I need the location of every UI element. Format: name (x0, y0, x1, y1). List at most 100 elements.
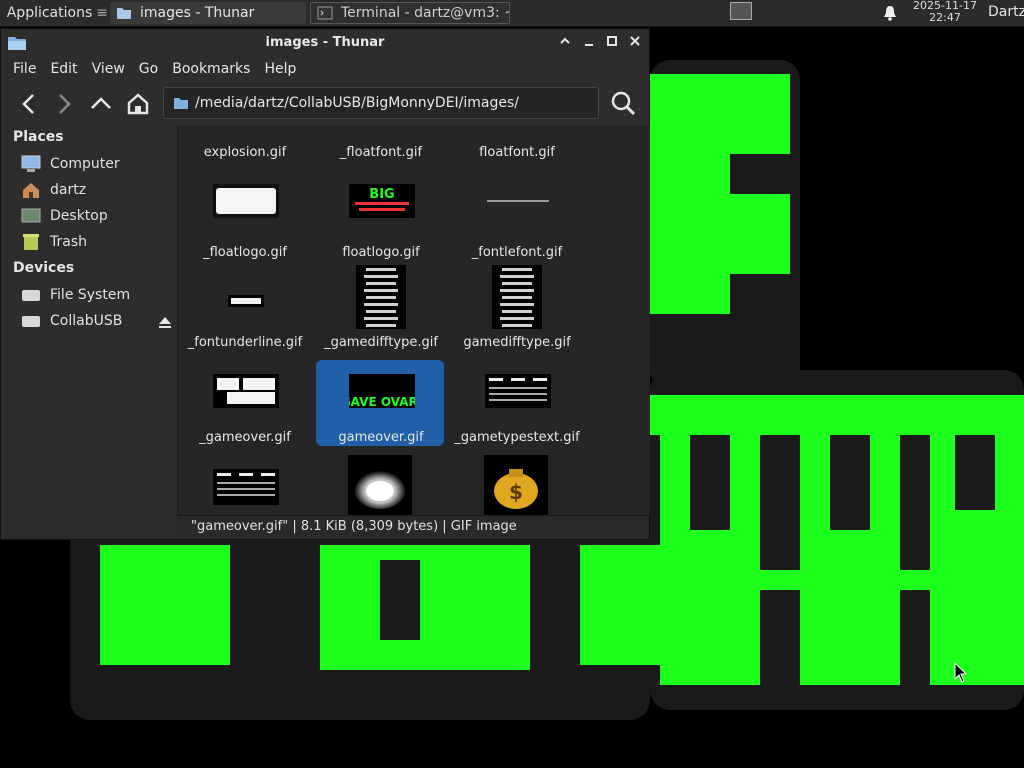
file-item[interactable]: _floatlogo.gif (180, 175, 310, 261)
user-menu[interactable]: Dartz (988, 4, 1024, 20)
image-thumbnail (492, 265, 542, 329)
image-thumbnail (213, 374, 279, 408)
file-item[interactable]: _fontunderline.gif (180, 265, 310, 351)
workspace-switcher[interactable] (730, 2, 752, 20)
desktop-icon (21, 208, 41, 223)
computer-icon (21, 155, 41, 172)
image-thumbnail (485, 184, 551, 218)
sidebar-item-label: File System (50, 287, 131, 303)
minimize-icon (585, 44, 593, 46)
maximize-icon (607, 36, 617, 46)
minimize-button[interactable] (581, 35, 597, 51)
terminal-icon (317, 6, 333, 20)
file-name: gamedifftype.gif (463, 335, 571, 350)
file-item[interactable]: $ (452, 455, 582, 515)
menu-view[interactable]: View (80, 57, 125, 81)
toolbar: /media/dartz/CollabUSB/BigMonnyDEI/image… (1, 83, 649, 125)
menu-help[interactable]: Help (252, 57, 296, 81)
svg-text:$: $ (509, 480, 523, 504)
menu-file[interactable]: File (1, 57, 36, 81)
sidebar-item-collabusb[interactable]: CollabUSB (21, 310, 171, 332)
file-name: floatfont.gif (479, 145, 555, 160)
window-titlebar[interactable]: images - Thunar (1, 29, 649, 57)
file-item[interactable]: _gamedifftype.gif (316, 265, 446, 351)
image-thumbnail (213, 184, 279, 218)
image-thumbnail (356, 265, 406, 329)
taskbar-label: images - Thunar (140, 5, 255, 21)
usb-drive-icon (22, 316, 40, 327)
notification-bell-icon[interactable] (882, 5, 898, 21)
sidebar: Places Computer dartz Desktop Trash Devi… (1, 125, 176, 539)
file-name: explosion.gif (203, 145, 287, 160)
location-bar[interactable]: /media/dartz/CollabUSB/BigMonnyDEI/image… (163, 87, 599, 119)
file-item-selected[interactable]: GAVE OVAR! gameover.gif (316, 360, 446, 446)
file-item[interactable] (180, 455, 310, 515)
file-name: _gametypestext.gif (454, 430, 580, 445)
mouse-cursor-icon (954, 662, 968, 683)
sidebar-item-file-system[interactable]: File System (21, 284, 171, 306)
file-name: _floatlogo.gif (203, 245, 287, 260)
file-name: _floatfont.gif (339, 145, 423, 160)
menu-bar: File Edit View Go Bookmarks Help (1, 57, 649, 81)
window-shade-button[interactable] (557, 35, 573, 51)
search-icon[interactable] (609, 89, 637, 117)
eject-icon[interactable] (158, 315, 172, 329)
image-thumbnail: BIG (349, 184, 415, 218)
sidebar-item-dartz[interactable]: dartz (21, 179, 171, 201)
file-item[interactable]: _fontlefont.gif (452, 175, 582, 261)
parent-folder-icon[interactable] (88, 91, 114, 117)
file-item[interactable]: _floatfont.gif (316, 125, 446, 160)
forward-arrow-icon[interactable] (51, 91, 77, 117)
panel-clock[interactable]: 2025-11-17 22:47 (906, 0, 984, 24)
applications-label: Applications (6, 5, 93, 21)
trash-icon (23, 234, 39, 250)
file-item[interactable] (316, 455, 446, 515)
maximize-button[interactable] (604, 35, 620, 51)
close-icon (630, 36, 640, 46)
file-name: _fontunderline.gif (187, 335, 303, 350)
xfce-logo-icon (3, 12, 4, 14)
sidebar-item-label: Computer (50, 156, 120, 172)
image-thumbnail (485, 374, 551, 408)
file-item[interactable]: explosion.gif (180, 125, 310, 160)
taskbar-button-thunar[interactable]: images - Thunar (110, 2, 306, 24)
menu-go[interactable]: Go (127, 57, 158, 81)
file-item[interactable]: BIG floatlogo.gif (316, 175, 446, 261)
file-item[interactable]: floatfont.gif (452, 125, 582, 160)
sidebar-item-label: Trash (50, 234, 87, 250)
image-thumbnail (228, 295, 264, 307)
sidebar-item-computer[interactable]: Computer (21, 153, 171, 175)
chevron-up-icon (560, 37, 570, 44)
file-item[interactable]: _gametypestext.gif (452, 360, 582, 446)
taskbar-label: Terminal - dartz@vm3: ~ (341, 5, 510, 21)
applications-menu-button[interactable]: Applications ≡ (0, 0, 108, 26)
home-icon[interactable] (125, 91, 151, 117)
file-name: gameover.gif (338, 430, 424, 445)
white-bag-icon (348, 455, 412, 515)
folder-icon (117, 8, 131, 19)
thumbnail-text: GAVE OVAR! (349, 395, 415, 408)
file-item[interactable]: gamedifftype.gif (452, 265, 582, 351)
back-arrow-icon[interactable] (16, 91, 42, 117)
close-button[interactable] (627, 35, 643, 51)
image-thumbnail (213, 469, 279, 505)
sidebar-item-label: Desktop (50, 208, 108, 224)
menu-bookmarks[interactable]: Bookmarks (160, 57, 250, 81)
thunar-window: images - Thunar File Edit View Go Bookma… (0, 28, 650, 540)
taskbar-button-terminal[interactable]: Terminal - dartz@vm3: ~ (310, 2, 510, 24)
file-item[interactable]: _gameover.gif (180, 360, 310, 446)
drive-icon (22, 290, 40, 301)
file-icon-view: explosion.gif _floatfont.gif floatfont.g… (177, 125, 650, 515)
sidebar-item-label: dartz (50, 182, 87, 198)
window-title: images - Thunar (265, 35, 385, 50)
file-name: _gameover.gif (199, 430, 291, 445)
sidebar-heading-devices: Devices (13, 260, 75, 276)
folder-icon (174, 98, 188, 109)
file-name: _gamedifftype.gif (324, 335, 438, 350)
sidebar-item-trash[interactable]: Trash (21, 231, 171, 253)
money-bag-icon: $ (484, 455, 548, 515)
menu-edit[interactable]: Edit (38, 57, 77, 81)
status-bar: "gameover.gif" | 8.1 KiB (8,309 bytes) |… (177, 515, 649, 539)
sidebar-heading-places: Places (13, 129, 64, 145)
sidebar-item-desktop[interactable]: Desktop (21, 205, 171, 227)
